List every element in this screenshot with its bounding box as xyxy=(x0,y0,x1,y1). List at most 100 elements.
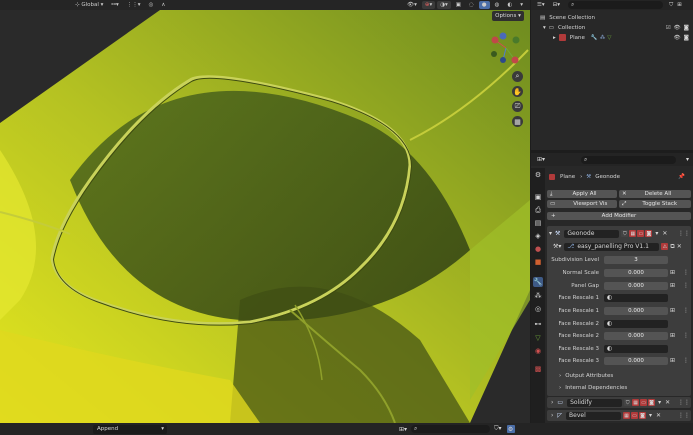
shading-dropdown[interactable]: ▾ xyxy=(517,1,526,9)
apply-all-button[interactable]: ⤓ Apply All xyxy=(547,190,617,198)
shading-rendered[interactable]: ◐ xyxy=(504,1,515,9)
drag-handle-icon[interactable]: ⋮ xyxy=(683,332,689,339)
3d-viewport[interactable]: ⊹ Global ▾ ⚯ ▾ ⋮⋮ ▾ ◎ ∧ 👁 ▾ ⊕ ▾ ◑ ▾ ▣ ◌ ● ◍ ◐… xyxy=(0,0,530,423)
monitor-icon[interactable]: ▭ xyxy=(631,412,639,419)
scene-tab-icon[interactable]: ◈ xyxy=(533,231,543,241)
add-modifier-button[interactable]: + Add Modifier xyxy=(547,212,691,220)
hand-icon[interactable]: ✋ xyxy=(512,86,523,97)
view-layer-tab-icon[interactable]: ▤ xyxy=(533,218,543,228)
expand-arrow-icon[interactable]: › xyxy=(551,412,553,419)
outliner-row-collection[interactable]: ▾ ▭ Collection ☑ 👁 ◙ xyxy=(531,23,693,32)
input-attribute-toggle-icon[interactable]: ⊞ xyxy=(670,282,675,289)
input-attribute-toggle-icon[interactable]: ⊞ xyxy=(670,332,675,339)
editor-type-icon[interactable]: ☰▾ xyxy=(537,2,545,8)
settings-icon[interactable]: ⚙ xyxy=(506,425,515,433)
editor-type-icon[interactable]: ⊞▾ xyxy=(537,156,545,163)
close-icon[interactable]: ✕ xyxy=(662,230,667,237)
zoom-icon[interactable]: ⌕ xyxy=(512,71,523,82)
particles-tab-icon[interactable]: ⁂ xyxy=(533,291,543,301)
subdivision-level-field[interactable]: 3 xyxy=(604,256,668,264)
new-collection-icon[interactable]: ⊞ xyxy=(677,2,682,8)
normal-scale-field[interactable]: 0.000 xyxy=(604,269,668,277)
drag-handle-icon[interactable]: ⋮⋮ xyxy=(678,230,690,237)
chevron-down-icon[interactable]: ▾ xyxy=(686,156,689,163)
filter-icon[interactable]: ⛉▾ xyxy=(494,425,502,433)
input-attribute-toggle-icon[interactable]: ⊞ xyxy=(670,269,675,276)
editmode-icon[interactable]: ▦ xyxy=(629,230,637,237)
append-dropdown[interactable]: Append ▾ xyxy=(93,424,167,434)
input-attribute-toggle-icon[interactable]: ⊞ xyxy=(670,307,675,314)
editmode-icon[interactable]: ▦ xyxy=(632,399,640,406)
options-button[interactable]: Options ▾ xyxy=(492,11,524,21)
constraints-tab-icon[interactable]: ⊷ xyxy=(533,319,543,329)
camera-icon[interactable]: ◙ xyxy=(684,25,689,31)
solidify-name-field[interactable]: Solidify xyxy=(567,398,623,407)
data-tab-icon[interactable]: ▽ xyxy=(533,333,543,343)
material-tab-icon[interactable]: ◉ xyxy=(533,346,543,356)
node-tree-icon[interactable]: ⚒▾ xyxy=(553,243,561,250)
editmode-icon[interactable]: ▦ xyxy=(623,412,631,419)
drag-handle-icon[interactable]: ⋮ xyxy=(683,269,689,276)
duplicate-icon[interactable]: ⧉ xyxy=(670,243,674,251)
object-tab-icon[interactable]: ■ xyxy=(533,257,543,267)
close-icon[interactable]: ✕ xyxy=(665,399,670,406)
bottom-search-input[interactable]: ⌕ xyxy=(411,425,491,433)
world-tab-icon[interactable]: ● xyxy=(533,244,543,254)
face-rescale-2-field[interactable]: 0.000 xyxy=(604,332,668,340)
toggle-stack-button[interactable]: ⤢ Toggle Stack xyxy=(619,200,691,208)
proportional-edit-toggle[interactable]: ◎ xyxy=(146,1,157,9)
render-tab-icon[interactable]: ▣ xyxy=(533,192,543,202)
shading-solid[interactable]: ● xyxy=(478,1,490,9)
camera-icon[interactable]: ◙ xyxy=(648,399,656,406)
drag-handle-icon[interactable]: ⋮⋮ xyxy=(678,412,690,419)
chevron-down-icon[interactable]: ▾ xyxy=(649,412,652,419)
eye-icon[interactable]: 👁 xyxy=(674,35,681,41)
collapse-arrow-icon[interactable]: ▾ xyxy=(549,230,552,237)
chevron-down-icon[interactable]: ▾ xyxy=(658,399,661,406)
chevron-down-icon[interactable]: ▾ xyxy=(655,230,658,237)
face-rescale-3-object-field[interactable] xyxy=(604,345,668,353)
expand-arrow-icon[interactable]: › xyxy=(551,399,553,406)
node-group-field[interactable]: ⎇ easy_panelling Pro V1.1 xyxy=(564,242,660,251)
gizmo-toggle[interactable]: ⊕ ▾ xyxy=(421,1,436,9)
fake-user-icon[interactable]: ⚠ xyxy=(661,243,669,250)
close-icon[interactable]: ✕ xyxy=(677,243,682,250)
navigation-gizmo[interactable] xyxy=(487,30,525,66)
close-icon[interactable]: ✕ xyxy=(656,412,661,419)
shading-material[interactable]: ◍ xyxy=(492,1,503,9)
face-rescale-1-field[interactable]: 0.000 xyxy=(604,307,668,315)
camera-icon[interactable]: ◙ xyxy=(639,412,647,419)
funnel-icon[interactable]: ⛉ xyxy=(621,230,629,237)
xray-toggle[interactable]: ▣ xyxy=(453,1,464,9)
output-tab-icon[interactable]: ⎙ xyxy=(533,205,543,215)
node-editor-menu[interactable]: ⊞▾ xyxy=(399,426,407,433)
input-attribute-toggle-icon[interactable]: ⊞ xyxy=(670,357,675,364)
display-mode-icon[interactable]: ⊟▾ xyxy=(553,2,560,8)
texture-tab-icon[interactable]: ▩ xyxy=(533,364,543,374)
shading-wireframe[interactable]: ◌ xyxy=(466,1,477,9)
geonode-name-field[interactable]: Geonode xyxy=(564,229,620,238)
tool-tab-icon[interactable]: ⚙ xyxy=(533,170,543,180)
overlay-toggle[interactable]: ◑ ▾ xyxy=(437,1,451,9)
pin-icon[interactable]: 📌 xyxy=(678,174,685,180)
properties-search-input[interactable]: ⌕ xyxy=(581,155,677,164)
face-rescale-1-object-field[interactable] xyxy=(604,294,668,302)
viewport-vis-button[interactable]: ▭ Viewport Vis xyxy=(547,200,617,208)
checkbox-icon[interactable]: ☑ xyxy=(666,25,671,31)
visibility-dropdown[interactable]: 👁 ▾ xyxy=(404,1,420,9)
falloff-dropdown[interactable]: ∧ xyxy=(158,1,168,9)
camera-icon[interactable]: ⎚ xyxy=(512,101,523,112)
camera-icon[interactable]: ◙ xyxy=(684,35,689,41)
funnel-icon[interactable]: ⛉ xyxy=(624,399,632,406)
drag-handle-icon[interactable]: ⋮ xyxy=(683,282,689,289)
grid-icon[interactable]: ▦ xyxy=(512,116,523,127)
outliner-row-plane[interactable]: ▸ Plane 🔧 ⁂ ▽ 👁 ◙ xyxy=(531,33,693,42)
modifier-tab-icon[interactable]: 🔧 xyxy=(533,277,543,287)
bevel-name-field[interactable]: Bevel xyxy=(566,411,622,420)
filter-icon[interactable]: ⛉ xyxy=(669,2,673,9)
orientation-dropdown[interactable]: ⊹ Global ▾ xyxy=(72,1,106,9)
drag-handle-icon[interactable]: ⋮ xyxy=(683,357,689,364)
output-attributes-subpanel[interactable]: › Output Attributes xyxy=(559,373,613,379)
pivot-dropdown[interactable]: ⚯ ▾ xyxy=(108,1,121,9)
drag-handle-icon[interactable]: ⋮ xyxy=(683,307,689,314)
